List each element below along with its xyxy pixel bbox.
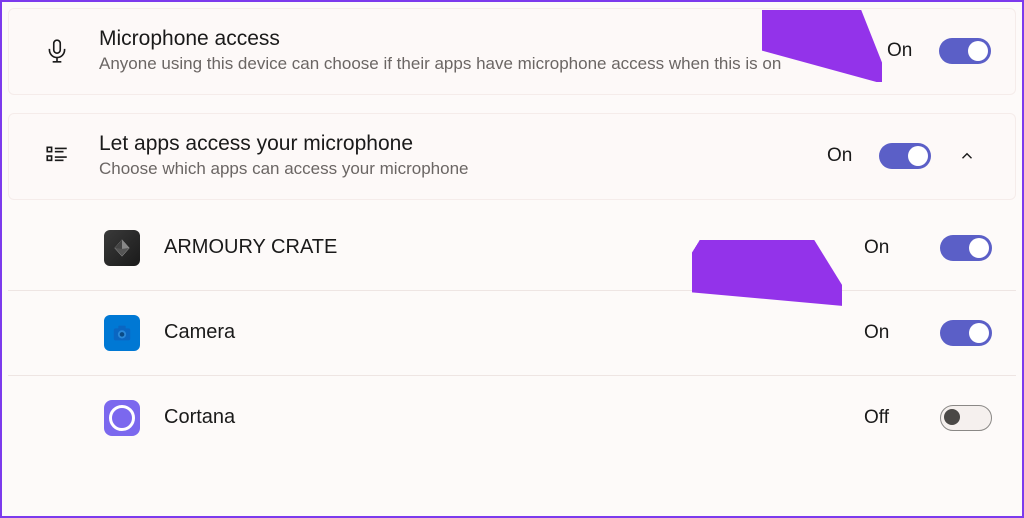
apps-access-title: Let apps access your microphone xyxy=(99,132,827,156)
apps-access-toggle[interactable] xyxy=(879,143,931,169)
microphone-access-toggle[interactable] xyxy=(939,38,991,64)
app-icon-camera xyxy=(104,315,140,351)
app-status-label: On xyxy=(864,237,904,259)
microphone-icon xyxy=(33,38,81,64)
apps-access-row[interactable]: Let apps access your microphone Choose w… xyxy=(8,113,1016,200)
app-row-camera: Camera On xyxy=(8,291,1016,376)
app-list: ARMOURY CRATE On Camera On xyxy=(8,206,1016,460)
apps-access-subtitle: Choose which apps can access your microp… xyxy=(99,158,827,181)
chevron-up-icon[interactable] xyxy=(943,147,991,165)
app-name-label: Camera xyxy=(164,321,840,344)
microphone-access-title: Microphone access xyxy=(99,27,887,51)
app-row-cortana: Cortana Off xyxy=(8,376,1016,460)
microphone-access-text: Microphone access Anyone using this devi… xyxy=(99,27,887,76)
apps-access-status: On xyxy=(827,145,867,167)
settings-panel: Microphone access Anyone using this devi… xyxy=(8,8,1016,510)
app-status-label: On xyxy=(864,322,904,344)
list-icon xyxy=(33,143,81,169)
app-status-label: Off xyxy=(864,407,904,429)
microphone-access-status: On xyxy=(887,40,927,62)
microphone-access-row[interactable]: Microphone access Anyone using this devi… xyxy=(8,8,1016,95)
app-toggle-cortana[interactable] xyxy=(940,405,992,431)
app-toggle-armoury[interactable] xyxy=(940,235,992,261)
app-name-label: ARMOURY CRATE xyxy=(164,236,840,259)
app-row-armoury-crate: ARMOURY CRATE On xyxy=(8,206,1016,291)
apps-access-text: Let apps access your microphone Choose w… xyxy=(99,132,827,181)
app-icon-cortana xyxy=(104,400,140,436)
app-name-label: Cortana xyxy=(164,406,840,429)
microphone-access-subtitle: Anyone using this device can choose if t… xyxy=(99,53,887,76)
app-toggle-camera[interactable] xyxy=(940,320,992,346)
app-icon-armoury xyxy=(104,230,140,266)
